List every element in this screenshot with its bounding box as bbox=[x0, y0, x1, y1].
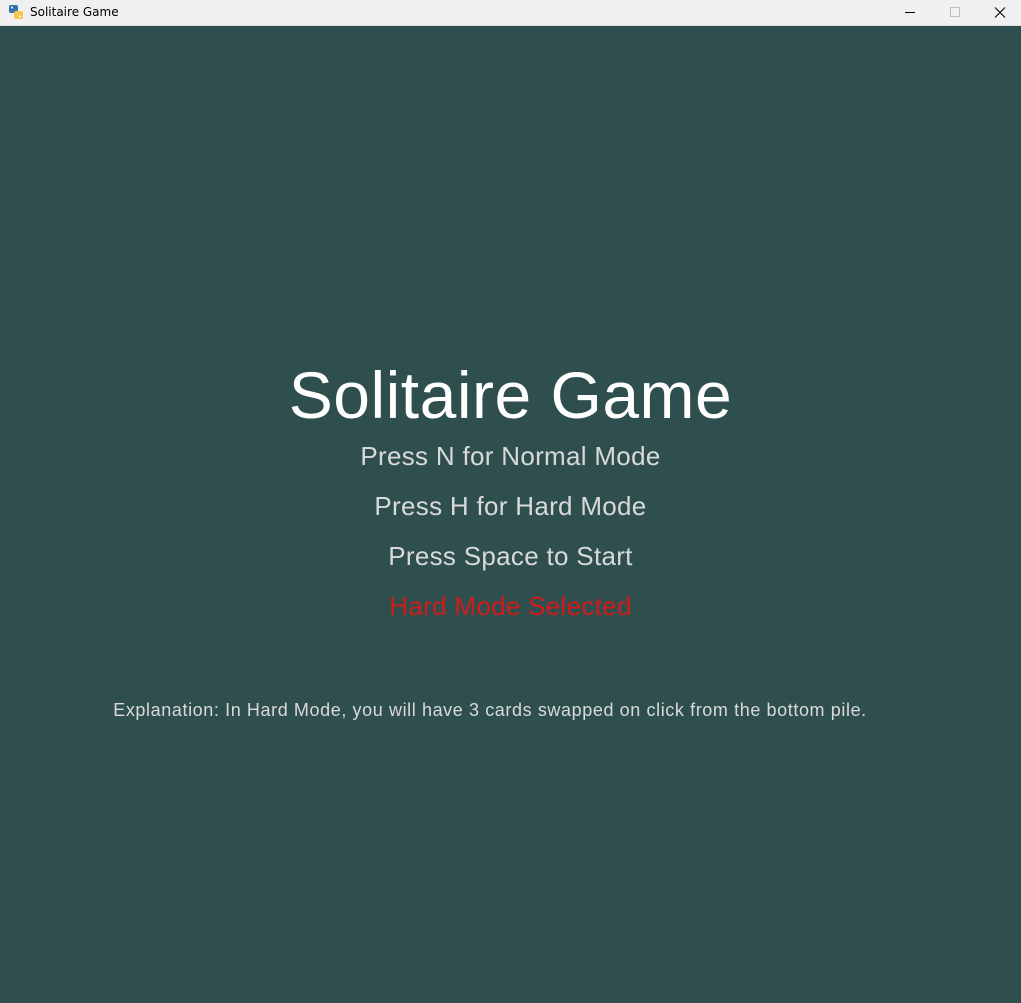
close-button[interactable] bbox=[977, 0, 1021, 26]
mode-explanation: Explanation: In Hard Mode, you will have… bbox=[113, 700, 867, 720]
game-canvas[interactable]: Solitaire Game Press N for Normal Mode P… bbox=[0, 27, 1021, 1003]
selected-mode-status: Hard Mode Selected bbox=[389, 591, 632, 621]
minimize-icon bbox=[905, 12, 915, 13]
minimize-button[interactable] bbox=[887, 0, 933, 26]
maximize-icon bbox=[950, 7, 960, 17]
normal-mode-instruction: Press N for Normal Mode bbox=[360, 441, 661, 471]
hard-mode-instruction: Press H for Hard Mode bbox=[374, 491, 647, 521]
python-icon bbox=[8, 4, 24, 20]
solitaire-window: Solitaire Game Solitaire Game Press N fo… bbox=[0, 0, 1021, 1003]
maximize-button[interactable] bbox=[932, 0, 978, 26]
close-icon bbox=[994, 7, 1006, 18]
title-bar[interactable]: Solitaire Game bbox=[0, 0, 1021, 26]
start-instruction: Press Space to Start bbox=[388, 541, 633, 571]
window-title: Solitaire Game bbox=[30, 5, 119, 19]
game-title: Solitaire Game bbox=[288, 358, 733, 432]
